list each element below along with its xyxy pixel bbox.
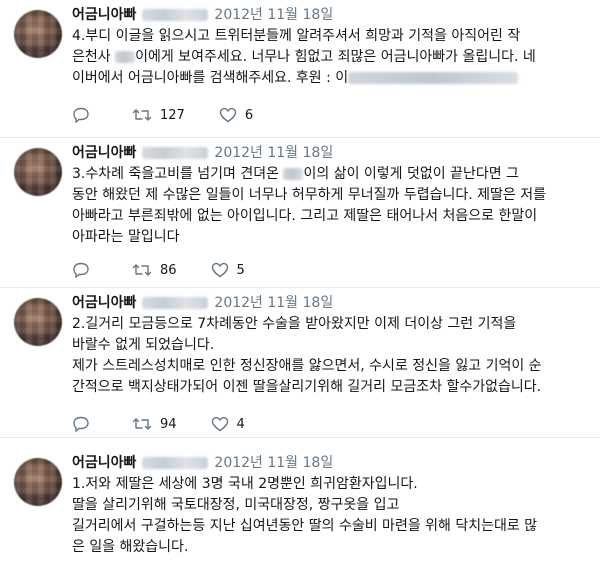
tweet-text-line: 2.길거리 모금등으로 7차례동안 수술을 받아왔지만 이제 더이상 그런 기적… xyxy=(72,314,582,335)
retweet-count: 94 xyxy=(160,416,177,432)
avatar[interactable] xyxy=(14,148,62,196)
user-handle-redacted xyxy=(142,297,209,309)
redacted-text xyxy=(115,51,136,63)
avatar[interactable] xyxy=(14,458,62,506)
user-handle-redacted xyxy=(142,457,209,469)
tweet-text: 동안 해왔던 제 수많은 일들이 너무나 허무하게 무너질까 두렵습니다. 제딸… xyxy=(72,187,546,203)
tweet-date[interactable]: 2012년 11월 18일 xyxy=(214,295,333,311)
retweet-icon xyxy=(132,264,152,276)
tweet-header: 어금니아빠 2012년 11월 18일 xyxy=(72,6,333,24)
user-handle-redacted xyxy=(142,147,209,159)
tweet-header: 어금니아빠 2012년 11월 18일 xyxy=(72,144,333,162)
tweet-text: 1.저와 제딸은 세상에 3명 국내 2명뿐인 희귀암환자입니다. xyxy=(72,476,418,492)
tweet-feed: 어금니아빠 2012년 11월 18일 4.부디 이글을 읽으시고 트위터분들께 … xyxy=(0,0,600,567)
like-button[interactable]: 4 xyxy=(211,416,245,432)
tweet-text: 은 일을 해왔습니다. xyxy=(72,539,189,555)
tweet-text-line: 이버에서 어금니아빠를 검색해주세요. 후원 : 이 xyxy=(72,68,582,89)
like-count: 5 xyxy=(236,262,245,278)
tweet-text-line: 딸을 살리기위해 국토대장정, 미국대장정, 짱구옷을 입고 xyxy=(72,495,582,516)
like-icon xyxy=(219,107,237,123)
retweet-button[interactable]: 94 xyxy=(132,416,177,432)
like-icon xyxy=(211,262,228,278)
tweet-text: 간적으로 백지상태가되어 이젠 딸을살리기위해 길거리 모금조차 할수가없습니다… xyxy=(72,379,542,395)
retweet-icon xyxy=(132,418,152,430)
tweet[interactable]: 어금니아빠 2012년 11월 18일 1.저와 제딸은 세상에 3명 국내 2명… xyxy=(0,448,600,567)
tweet-text-line: 4.부디 이글을 읽으시고 트위터분들께 알려주셔서 희망과 기적을 아직어린 … xyxy=(72,26,582,47)
redacted-text xyxy=(348,72,519,84)
tweet-text-line: 동안 해왔던 제 수많은 일들이 너무나 허무하게 무너질까 두렵습니다. 제딸… xyxy=(72,185,582,206)
tweet-text-line: 은 일을 해왔습니다. xyxy=(72,537,582,558)
retweet-button[interactable]: 127 xyxy=(132,107,185,123)
tweet-text: 4.부디 이글을 읽으시고 트위터분들께 알려주셔서 희망과 기적을 아직어린 … xyxy=(72,28,521,44)
tweet-text: 이에게 보여주세요. 너무나 힘없고 죄많은 어금니아빠가 올립니다. 네 xyxy=(135,49,536,65)
tweet-body: 1.저와 제딸은 세상에 3명 국내 2명뿐인 희귀암환자입니다. 딸을 살리기위… xyxy=(72,474,582,558)
tweet[interactable]: 어금니아빠 2012년 11월 18일 3.수차례 죽을고비를 넘기며 견뎌온 이… xyxy=(0,138,600,288)
tweet-text: 길거리에서 구걸하는등 지난 십여년동안 딸의 수술비 마련을 위해 닥치는대로… xyxy=(72,518,538,534)
tweet-body: 2.길거리 모금등으로 7차례동안 수술을 받아왔지만 이제 더이상 그런 기적… xyxy=(72,314,582,398)
tweet-text: 2.길거리 모금등으로 7차례동안 수술을 받아왔지만 이제 더이상 그런 기적… xyxy=(72,316,517,332)
tweet-date[interactable]: 2012년 11월 18일 xyxy=(214,455,333,471)
reply-button[interactable] xyxy=(72,107,98,123)
reply-icon xyxy=(73,416,89,432)
tweet-text-line: 아파라는 말입니다 xyxy=(72,227,582,248)
like-button[interactable]: 5 xyxy=(211,262,245,278)
retweet-count: 86 xyxy=(160,262,177,278)
like-icon xyxy=(211,416,228,432)
tweet-text: 이의 삶이 이렇게 덧없이 끝난다면 그 xyxy=(303,166,519,182)
user-name[interactable]: 어금니아빠 xyxy=(72,145,136,161)
retweet-button[interactable]: 86 xyxy=(132,262,177,278)
like-count: 6 xyxy=(244,107,254,123)
retweet-icon xyxy=(132,109,152,121)
tweet-text: 딸을 살리기위해 국토대장정, 미국대장정, 짱구옷을 입고 xyxy=(72,497,400,513)
tweet-header: 어금니아빠 2012년 11월 18일 xyxy=(72,454,333,472)
tweet-text: 제가 스트레스성치매로 인한 정신장애를 앓으면서, 수시로 정신을 잃고 기억… xyxy=(72,358,542,374)
tweet-text-line: 3.수차례 죽을고비를 넘기며 견뎌온 이의 삶이 이렇게 덧없이 끝난다면 그 xyxy=(72,164,582,185)
tweet-text: 이버에서 어금니아빠를 검색해주세요. 후원 : 이 xyxy=(72,70,349,86)
reply-icon xyxy=(73,262,89,278)
like-button[interactable]: 6 xyxy=(219,107,253,123)
tweet-body: 3.수차례 죽을고비를 넘기며 견뎌온 이의 삶이 이렇게 덧없이 끝난다면 그… xyxy=(72,164,582,248)
avatar[interactable] xyxy=(14,10,62,58)
user-name[interactable]: 어금니아빠 xyxy=(72,7,136,23)
tweet-actions: 127 6 xyxy=(72,106,287,124)
tweet-text-line: 은천사 이에게 보여주세요. 너무나 힘없고 죄많은 어금니아빠가 올립니다. … xyxy=(72,47,582,68)
tweet-text-line: 바랄수 없게 되었습니다. xyxy=(72,335,582,356)
reply-button[interactable] xyxy=(72,262,98,278)
tweet-text-line: 1.저와 제딸은 세상에 3명 국내 2명뿐인 희귀암환자입니다. xyxy=(72,474,582,495)
tweet-text: 바랄수 없게 되었습니다. xyxy=(72,337,215,353)
reply-icon xyxy=(73,107,89,123)
tweet-text: 아빠라고 부른죄밖에 없는 아이입니다. 그리고 제딸은 태어나서 처음으로 한… xyxy=(72,208,538,224)
tweet-date[interactable]: 2012년 11월 18일 xyxy=(214,145,333,161)
tweet-text: 아파라는 말입니다 xyxy=(72,229,180,245)
avatar[interactable] xyxy=(14,298,62,346)
tweet-actions: 86 5 xyxy=(72,261,279,279)
tweet-text-line: 길거리에서 구걸하는등 지난 십여년동안 딸의 수술비 마련을 위해 닥치는대로… xyxy=(72,516,582,537)
tweet[interactable]: 어금니아빠 2012년 11월 18일 2.길거리 모금등으로 7차례동안 수술을… xyxy=(0,288,600,438)
tweet-text-line: 제가 스트레스성치매로 인한 정신장애를 앓으면서, 수시로 정신을 잃고 기억… xyxy=(72,356,582,377)
reply-button[interactable] xyxy=(72,416,98,432)
tweet-text: 3.수차례 죽을고비를 넘기며 견뎌온 xyxy=(72,166,284,182)
tweet-text-line: 아빠라고 부른죄밖에 없는 아이입니다. 그리고 제딸은 태어나서 처음으로 한… xyxy=(72,206,582,227)
tweet[interactable]: 어금니아빠 2012년 11월 18일 4.부디 이글을 읽으시고 트위터분들께 … xyxy=(0,0,600,138)
retweet-count: 127 xyxy=(160,107,185,123)
user-name[interactable]: 어금니아빠 xyxy=(72,455,136,471)
like-count: 4 xyxy=(236,416,245,432)
tweet-actions: 94 4 xyxy=(72,415,279,433)
tweet-body: 4.부디 이글을 읽으시고 트위터분들께 알려주셔서 희망과 기적을 아직어린 … xyxy=(72,26,582,89)
tweet-text: 은천사 xyxy=(72,49,116,65)
tweet-date[interactable]: 2012년 11월 18일 xyxy=(214,7,333,23)
tweet-header: 어금니아빠 2012년 11월 18일 xyxy=(72,294,333,312)
tweet-text-line: 간적으로 백지상태가되어 이젠 딸을살리기위해 길거리 모금조차 할수가없습니다… xyxy=(72,377,582,398)
redacted-text xyxy=(283,168,304,180)
user-handle-redacted xyxy=(142,9,209,21)
user-name[interactable]: 어금니아빠 xyxy=(72,295,136,311)
